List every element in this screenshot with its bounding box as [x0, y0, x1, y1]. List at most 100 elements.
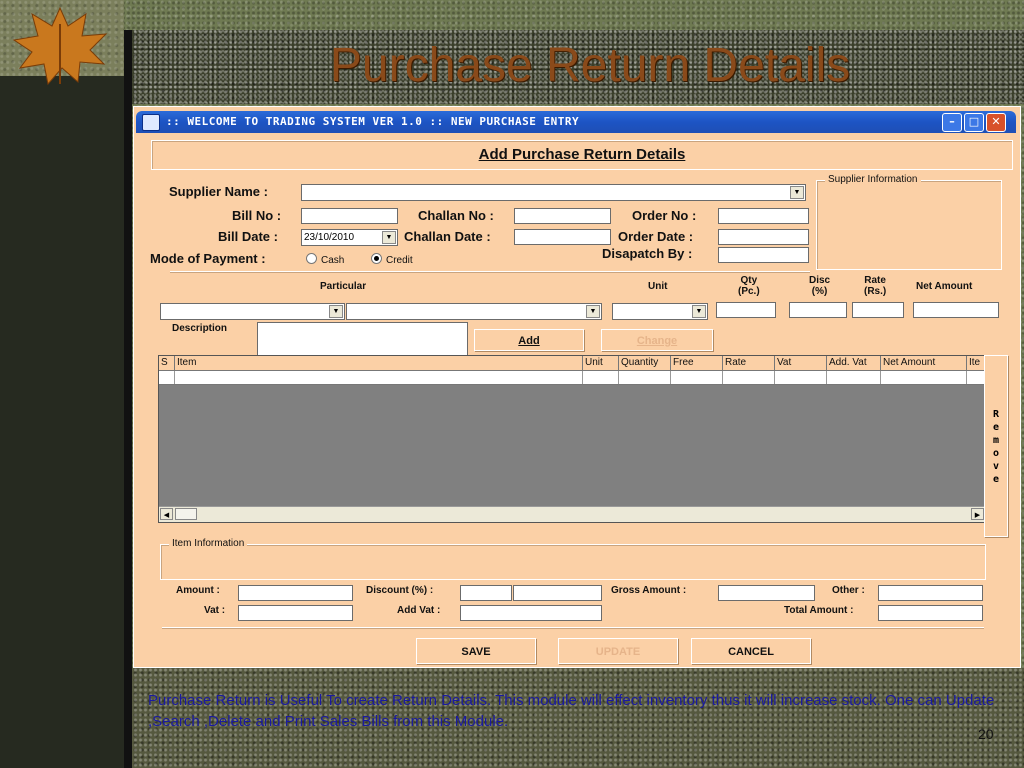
bill-no-label: Bill No : — [232, 208, 282, 223]
change-button[interactable]: Change — [601, 329, 713, 351]
slide-title: Purchase Return Details — [329, 39, 851, 92]
col-rate: Rate — [723, 356, 775, 370]
order-date-label: Order Date : — [618, 229, 694, 244]
col-add-vat: Add. Vat — [827, 356, 881, 370]
supplier-info-title: Supplier Information — [825, 174, 921, 185]
order-no-label: Order No : — [632, 208, 697, 223]
challan-no-field[interactable] — [514, 208, 611, 224]
autumn-leaf-decoration — [12, 6, 108, 86]
update-button[interactable]: UPDATE — [558, 638, 678, 664]
chevron-down-icon[interactable]: ▼ — [692, 305, 706, 318]
col-serial: S — [159, 356, 175, 370]
item-info-group: Item Information — [160, 538, 986, 580]
qty-header: Qty (Pc.) — [738, 275, 760, 297]
challan-date-field[interactable] — [514, 229, 611, 245]
description-label: Description — [172, 323, 228, 334]
rate-field[interactable] — [852, 302, 904, 318]
item-info-title: Item Information — [169, 538, 248, 549]
mode-of-payment-label: Mode of Payment : — [150, 251, 266, 266]
other-label: Other : — [832, 585, 865, 596]
purchase-entry-window: :: WELCOME TO TRADING SYSTEM VER 1.0 :: … — [133, 106, 1021, 668]
other-field[interactable] — [878, 585, 983, 601]
chevron-down-icon[interactable]: ▼ — [586, 305, 600, 318]
add-button[interactable]: Add — [474, 329, 584, 351]
horizontal-scrollbar[interactable]: ◀ ▶ — [159, 506, 987, 522]
scroll-left-icon[interactable]: ◀ — [160, 508, 173, 520]
particular-header: Particular — [320, 281, 367, 292]
add-vat-label: Add Vat : — [397, 605, 441, 616]
minimize-button[interactable]: – — [942, 113, 962, 132]
discount-percent-field[interactable] — [460, 585, 512, 601]
discount-label: Discount (%) : — [366, 585, 434, 596]
grid-header: S Item Unit Quantity Free Rate Vat Add. … — [159, 356, 987, 371]
supplier-name-label: Supplier Name : — [169, 184, 268, 199]
slide-description: Purchase Return is Useful To create Retu… — [148, 692, 995, 730]
add-vat-field[interactable] — [460, 605, 602, 621]
items-grid[interactable]: S Item Unit Quantity Free Rate Vat Add. … — [158, 355, 988, 523]
frame-edge — [124, 30, 132, 768]
particular-name-combo[interactable]: ▼ — [346, 303, 602, 320]
disc-header: Disc (%) — [809, 275, 831, 297]
vat-field[interactable] — [238, 605, 353, 621]
chevron-down-icon[interactable]: ▼ — [790, 186, 804, 199]
table-row[interactable] — [159, 371, 987, 385]
order-no-field[interactable] — [718, 208, 809, 224]
discount-amount-field[interactable] — [513, 585, 602, 601]
total-amount-field[interactable] — [878, 605, 983, 621]
left-dark-panel — [0, 76, 124, 768]
col-item: Item — [175, 356, 583, 370]
rate-header: Rate (Rs.) — [864, 275, 887, 297]
separator — [162, 627, 984, 629]
credit-radio[interactable]: Credit — [371, 253, 413, 266]
maximize-button[interactable]: □ — [964, 113, 984, 132]
app-icon — [142, 114, 160, 131]
bill-date-picker[interactable]: 23/10/2010 ▼ — [301, 229, 398, 246]
vat-label: Vat : — [204, 605, 226, 616]
chevron-down-icon[interactable]: ▼ — [382, 231, 396, 244]
scroll-thumb[interactable] — [175, 508, 197, 520]
col-unit: Unit — [583, 356, 619, 370]
disc-field[interactable] — [789, 302, 847, 318]
page-number: 20 — [978, 726, 994, 742]
order-date-field[interactable] — [718, 229, 809, 245]
net-amount-field[interactable] — [913, 302, 999, 318]
scroll-right-icon[interactable]: ▶ — [971, 508, 984, 520]
col-free: Free — [671, 356, 723, 370]
save-button[interactable]: SAVE — [416, 638, 536, 664]
form-header: Add Purchase Return Details — [151, 140, 1013, 170]
challan-no-label: Challan No : — [418, 208, 494, 223]
total-amount-label: Total Amount : — [784, 605, 854, 616]
col-net-amount: Net Amount — [881, 356, 967, 370]
description-field[interactable] — [257, 322, 468, 357]
separator — [170, 271, 810, 273]
bill-date-label: Bill Date : — [218, 229, 278, 244]
supplier-name-combo[interactable]: ▼ — [301, 184, 806, 201]
amount-field[interactable] — [238, 585, 353, 601]
radio-unchecked-icon — [306, 253, 317, 264]
gross-amount-field[interactable] — [718, 585, 815, 601]
unit-header: Unit — [648, 281, 668, 292]
gross-amount-label: Gross Amount : — [611, 585, 687, 596]
window-caption: :: WELCOME TO TRADING SYSTEM VER 1.0 :: … — [166, 115, 580, 128]
col-vat: Vat — [775, 356, 827, 370]
remove-label: Remove — [992, 409, 1000, 485]
cash-radio[interactable]: Cash — [306, 253, 344, 266]
remove-button[interactable]: Remove — [984, 355, 1008, 537]
amount-label: Amount : — [176, 585, 220, 596]
net-amount-header: Net Amount — [916, 281, 973, 292]
form-heading: Add Purchase Return Details — [478, 146, 686, 163]
supplier-info-group: Supplier Information — [816, 174, 1002, 270]
challan-date-label: Challan Date : — [404, 229, 491, 244]
dispatch-by-field[interactable] — [718, 247, 809, 263]
dispatch-by-label: Disapatch By : — [602, 246, 693, 261]
bill-no-field[interactable] — [301, 208, 398, 224]
close-button[interactable]: ✕ — [986, 113, 1006, 132]
particular-code-combo[interactable]: ▼ — [160, 303, 345, 320]
qty-field[interactable] — [716, 302, 776, 318]
cancel-button[interactable]: CANCEL — [691, 638, 811, 664]
chevron-down-icon[interactable]: ▼ — [329, 305, 343, 318]
window-titlebar: :: WELCOME TO TRADING SYSTEM VER 1.0 :: … — [136, 111, 1016, 133]
col-quantity: Quantity — [619, 356, 671, 370]
radio-checked-icon — [371, 253, 382, 264]
unit-combo[interactable]: ▼ — [612, 303, 708, 320]
